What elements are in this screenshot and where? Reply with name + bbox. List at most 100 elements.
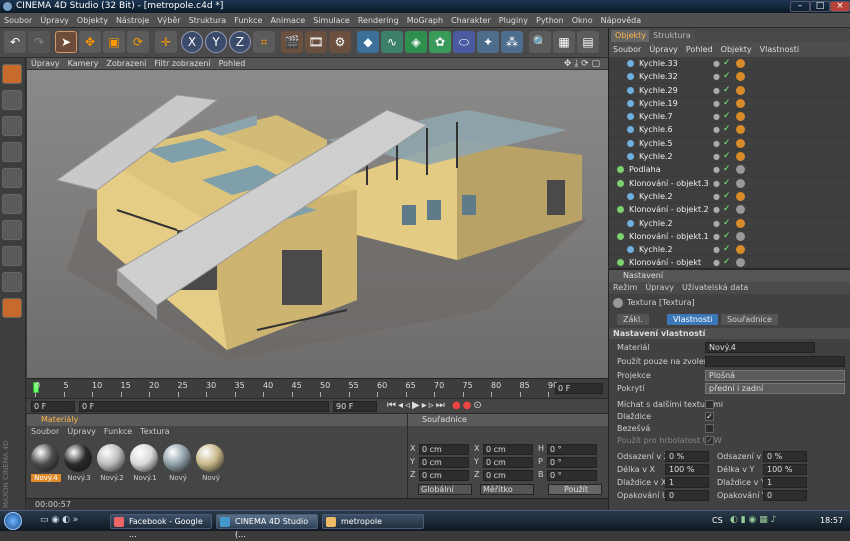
enabled-check-icon[interactable]: ✓ <box>723 163 731 176</box>
object-row[interactable]: Kychle.7 ● ✓ <box>609 110 850 124</box>
visibility-icon[interactable]: ● <box>713 163 720 176</box>
tiles-v-field[interactable]: 1 <box>763 477 807 488</box>
menu-funkce[interactable]: Funkce <box>230 13 266 28</box>
attr-menu-upravy[interactable]: Úpravy <box>641 282 678 294</box>
enabled-check-icon[interactable]: ✓ <box>723 137 731 150</box>
camera-icon[interactable]: 🔍 <box>529 31 551 53</box>
length-u-field[interactable]: 100 % <box>665 464 709 475</box>
maximize-button[interactable]: □ <box>810 1 830 12</box>
object-row[interactable]: Kychle.33 ● ✓ <box>609 57 850 71</box>
visibility-icon[interactable]: ● <box>713 84 720 97</box>
visibility-icon[interactable]: ● <box>713 190 720 203</box>
enabled-check-icon[interactable]: ✓ <box>723 203 731 216</box>
render-view-icon[interactable]: 🎬 <box>281 31 303 53</box>
enabled-check-icon[interactable]: ✓ <box>723 97 731 110</box>
visibility-icon[interactable]: ● <box>713 97 720 110</box>
attr-tab-properties[interactable]: Vlastnosti <box>667 314 719 325</box>
nurbs-icon[interactable]: ◈ <box>405 31 427 53</box>
attr-menu-rezim[interactable]: Režim <box>609 282 641 294</box>
visibility-icon[interactable]: ● <box>713 110 720 123</box>
tweak-mode-icon[interactable] <box>2 220 22 240</box>
material-tag-icon[interactable] <box>736 112 745 122</box>
tiles-u-field[interactable]: 1 <box>665 477 709 488</box>
array-icon[interactable]: ✿ <box>429 31 451 53</box>
viewport-nav-icons[interactable]: ✥ ⤓ ⟳ ▢ <box>560 58 604 70</box>
coord-value-field[interactable]: 0 cm <box>483 457 533 468</box>
material-field[interactable]: Nový.4 <box>705 342 815 353</box>
menu-python[interactable]: Python <box>532 13 568 28</box>
material-tag-icon[interactable] <box>736 191 745 201</box>
mix-checkbox[interactable] <box>705 400 714 409</box>
language-indicator[interactable]: CS <box>712 516 723 525</box>
length-v-field[interactable]: 100 % <box>763 464 807 475</box>
offset-u-field[interactable]: 0 % <box>665 451 709 462</box>
menu-struktura[interactable]: Struktura <box>185 13 231 28</box>
transport-controls[interactable]: ⏮◂◃▶▸▹⏭ ●●⊙ <box>387 400 484 411</box>
material-tag-icon[interactable] <box>736 218 745 228</box>
material-tag-icon[interactable] <box>736 138 745 148</box>
enabled-check-icon[interactable]: ✓ <box>723 230 731 243</box>
seamless-checkbox[interactable] <box>705 424 714 433</box>
scale-icon[interactable]: ▣ <box>103 31 125 53</box>
quicklaunch-icons[interactable]: ▭ ◉ ◐ » <box>40 515 78 525</box>
particle-icon[interactable]: ⁂ <box>501 31 523 53</box>
enabled-check-icon[interactable]: ✓ <box>723 123 731 136</box>
last-tool-icon[interactable]: ✛ <box>155 31 177 53</box>
material-item[interactable]: Nový.4 <box>31 444 61 488</box>
render-picture-viewer-icon[interactable]: 🎞 <box>305 31 327 53</box>
use-only-field[interactable] <box>705 356 845 367</box>
enabled-check-icon[interactable]: ✓ <box>723 57 731 70</box>
undo-icon[interactable]: ↶ <box>4 31 26 53</box>
menu-soubor[interactable]: Soubor <box>0 13 36 28</box>
menu-vyber[interactable]: Výběr <box>153 13 184 28</box>
coord-value-field[interactable]: 0 ° <box>547 470 597 481</box>
move-icon[interactable]: ✥ <box>79 31 101 53</box>
materials-menu-funkce[interactable]: Funkce <box>100 426 136 438</box>
viewport-menu-filtr[interactable]: Filtr zobrazení <box>150 58 214 70</box>
obj-menu-soubor[interactable]: Soubor <box>609 42 645 57</box>
material-tag-icon[interactable] <box>736 245 745 255</box>
material-tag-icon[interactable] <box>736 72 745 82</box>
coordinates-scale-dropdown[interactable]: Měřítko <box>480 484 534 495</box>
enabled-check-icon[interactable]: ✓ <box>723 190 731 203</box>
enabled-check-icon[interactable]: ✓ <box>723 243 731 256</box>
visibility-icon[interactable]: ● <box>713 70 720 83</box>
object-row[interactable]: Kychle.29 ● ✓ <box>609 84 850 97</box>
frame-slider[interactable]: 0 F <box>79 401 329 412</box>
coordinates-apply-button[interactable]: Použít <box>548 484 602 495</box>
enabled-check-icon[interactable]: ✓ <box>723 150 731 163</box>
attr-menu-userdata[interactable]: Uživatelská data <box>678 282 752 294</box>
select-cursor-icon[interactable]: ➤ <box>55 31 77 53</box>
visibility-icon[interactable]: ● <box>713 177 720 190</box>
material-tag-icon[interactable] <box>736 165 745 175</box>
object-row[interactable]: Klonování - objekt.1 ● ✓ <box>609 230 850 244</box>
tab-objekty[interactable]: Objekty <box>611 30 651 42</box>
visibility-icon[interactable]: ● <box>713 123 720 136</box>
coord-value-field[interactable]: 0 ° <box>547 457 597 468</box>
viewport-menu-pohled[interactable]: Pohled <box>215 58 250 70</box>
clock[interactable]: 18:57 <box>820 516 843 525</box>
repeat-v-field[interactable]: 0 <box>763 490 807 501</box>
max-frame-field[interactable]: 90 F <box>333 401 377 412</box>
enabled-check-icon[interactable]: ✓ <box>723 177 731 190</box>
object-row[interactable]: Kychle.2 ● ✓ <box>609 150 850 164</box>
enabled-check-icon[interactable]: ✓ <box>723 84 731 97</box>
taskbar-item-metropole[interactable]: metropole <box>322 514 424 529</box>
projection-dropdown[interactable]: Plošná <box>705 370 845 381</box>
obj-menu-upravy[interactable]: Úpravy <box>645 42 682 57</box>
tab-struktura[interactable]: Struktura <box>649 30 695 42</box>
material-tag-icon[interactable] <box>736 85 745 95</box>
obj-menu-pohled[interactable]: Pohled <box>682 42 717 57</box>
timeline-end-field[interactable]: 0 F <box>555 383 603 394</box>
object-row[interactable]: Kychle.32 ● ✓ <box>609 70 850 84</box>
material-tag-icon[interactable] <box>736 231 745 241</box>
redo-icon[interactable]: ↷ <box>28 31 50 53</box>
scene-icon[interactable]: ✦ <box>477 31 499 53</box>
minimize-button[interactable]: – <box>790 1 810 12</box>
object-row[interactable]: Klonování - objekt ● ✓ <box>609 256 850 267</box>
visibility-icon[interactable]: ● <box>713 57 720 70</box>
workplane-icon[interactable] <box>2 272 22 292</box>
object-list[interactable]: Kychle.33 ● ✓ Kychle.32 ● ✓ Kychle.29 ● ✓ Kychle.… <box>608 57 850 267</box>
visibility-icon[interactable]: ● <box>713 137 720 150</box>
render-settings-icon[interactable]: ⚙ <box>329 31 351 53</box>
